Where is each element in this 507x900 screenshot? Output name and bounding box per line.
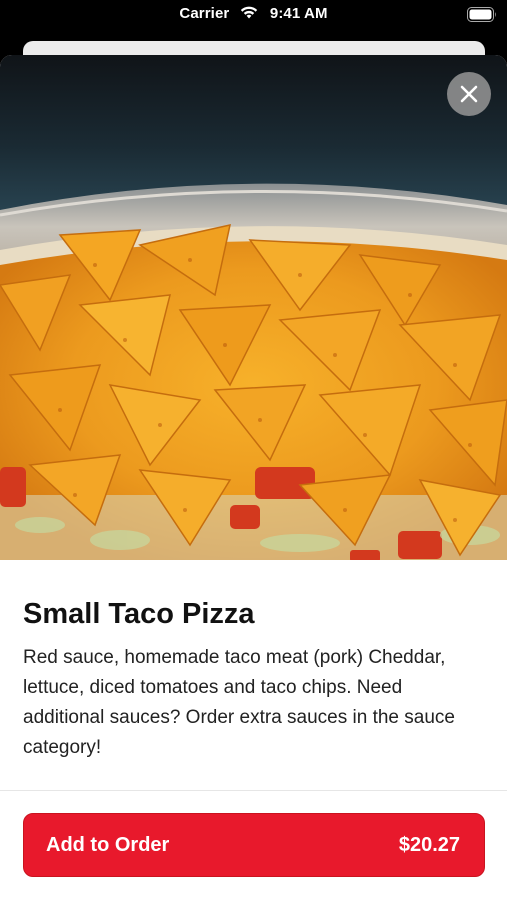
- item-detail-sheet: Small Taco Pizza Red sauce, homemade tac…: [0, 55, 507, 900]
- divider: [0, 790, 507, 791]
- status-center: Carrier 9:41 AM: [0, 5, 507, 22]
- item-price: $20.27: [398, 834, 460, 856]
- taco-pizza-illustration: [0, 183, 507, 560]
- wifi-icon: [240, 6, 257, 19]
- item-description: Red sauce, homemade taco meat (pork) Che…: [23, 647, 455, 758]
- clock-time: 9:41 AM: [269, 5, 328, 22]
- item-title: Small Taco Pizza: [23, 598, 255, 630]
- carrier-label: Carrier: [179, 5, 230, 22]
- close-button[interactable]: [447, 72, 491, 116]
- battery-icon: [467, 7, 496, 22]
- close-icon: [460, 85, 478, 103]
- add-to-order-button[interactable]: Add to Order $20.27: [23, 813, 485, 877]
- food-photo: [0, 55, 507, 560]
- add-to-order-label: Add to Order: [46, 834, 170, 856]
- status-bar: Carrier 9:41 AM: [0, 0, 507, 32]
- item-info: Small Taco Pizza Red sauce, homemade tac…: [23, 597, 478, 763]
